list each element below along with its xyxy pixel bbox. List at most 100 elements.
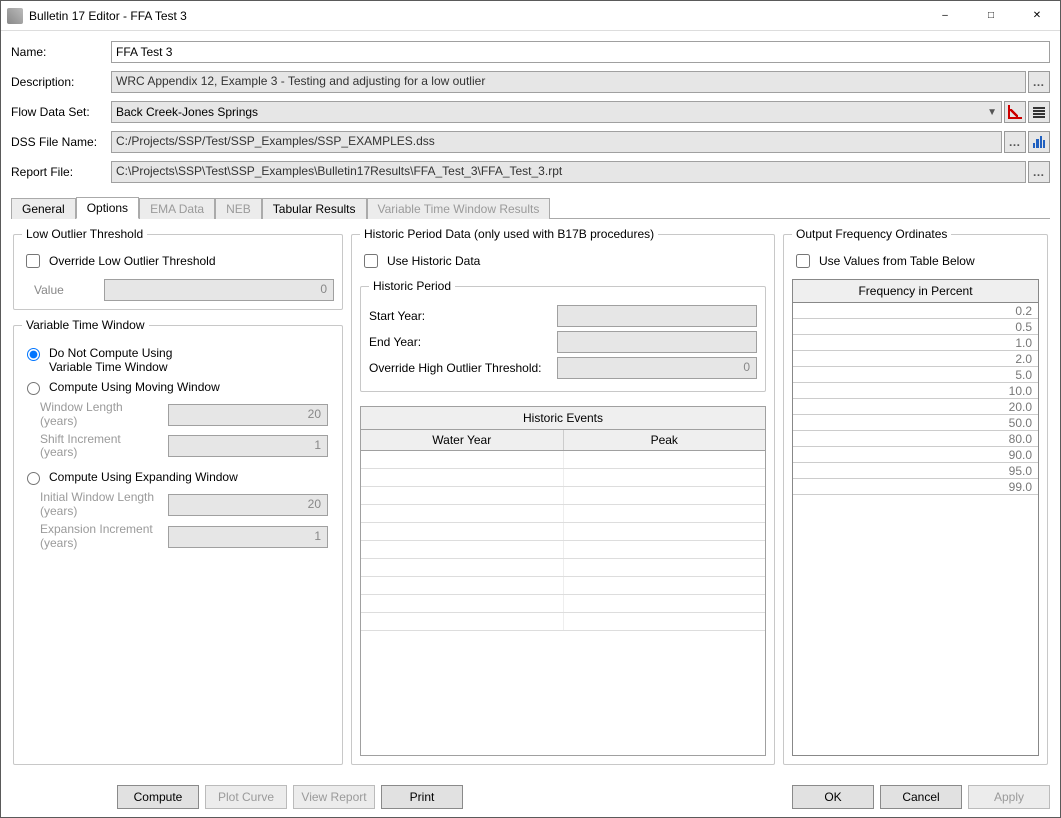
chevron-down-icon: ▼	[987, 107, 997, 118]
frequency-row: 90.0	[793, 447, 1038, 463]
description-more-button[interactable]: …	[1028, 71, 1050, 93]
table-row	[361, 469, 765, 487]
cancel-button[interactable]: Cancel	[880, 785, 962, 809]
histogram-icon	[1031, 134, 1047, 150]
footer: Compute Plot Curve View Report Print OK …	[1, 781, 1060, 817]
start-year-label: Start Year:	[369, 309, 557, 323]
table-row	[361, 613, 765, 631]
frequency-row: 1.0	[793, 335, 1038, 351]
flowdataset-select[interactable]: Back Creek-Jones Springs ▼	[111, 101, 1002, 123]
low-outlier-group: Low Outlier Threshold Override Low Outli…	[13, 227, 343, 310]
maximize-button[interactable]: □	[968, 1, 1014, 31]
description-label: Description:	[11, 75, 111, 89]
frequency-row: 99.0	[793, 479, 1038, 495]
frequency-row: 2.0	[793, 351, 1038, 367]
initial-window-length-label: Initial Window Length (years)	[40, 491, 160, 519]
view-report-button: View Report	[293, 785, 375, 809]
table-row	[361, 559, 765, 577]
vtw-moving-radio[interactable]	[27, 382, 40, 395]
start-year-input	[557, 305, 757, 327]
print-button[interactable]: Print	[381, 785, 463, 809]
tab-vtw-results: Variable Time Window Results	[367, 198, 551, 219]
frequency-row: 80.0	[793, 431, 1038, 447]
name-label: Name:	[11, 45, 111, 59]
expansion-increment-input: 1	[168, 526, 328, 548]
histogram-icon-button[interactable]	[1028, 131, 1050, 153]
name-input[interactable]	[111, 41, 1050, 63]
override-low-outlier-label: Override Low Outlier Threshold	[49, 254, 216, 268]
table-row	[361, 451, 765, 469]
dssfile-label: DSS File Name:	[11, 135, 111, 149]
historic-period-group: Historic Period Start Year: End Year: Ov…	[360, 279, 766, 392]
vtw-legend: Variable Time Window	[22, 318, 149, 332]
historic-events-title: Historic Events	[361, 407, 765, 430]
tab-tabular-results[interactable]: Tabular Results	[262, 198, 367, 219]
table-icon	[1031, 104, 1047, 120]
window-title: Bulletin 17 Editor - FFA Test 3	[29, 9, 922, 23]
ok-button[interactable]: OK	[792, 785, 874, 809]
shift-increment-input: 1	[168, 435, 328, 457]
titlebar: Bulletin 17 Editor - FFA Test 3 – □ ✕	[1, 1, 1060, 31]
table-row	[361, 505, 765, 523]
tab-options[interactable]: Options	[76, 197, 139, 219]
use-freq-values-checkbox[interactable]	[796, 254, 810, 268]
dssfile-browse-button[interactable]: …	[1004, 131, 1026, 153]
description-input[interactable]: WRC Appendix 12, Example 3 - Testing and…	[111, 71, 1026, 93]
frequency-row: 0.2	[793, 303, 1038, 319]
override-high-outlier-input: 0	[557, 357, 757, 379]
vtw-expanding-radio[interactable]	[27, 472, 40, 485]
table-row	[361, 577, 765, 595]
col-peak: Peak	[564, 430, 766, 450]
table-row	[361, 487, 765, 505]
frequency-row: 0.5	[793, 319, 1038, 335]
override-low-outlier-checkbox[interactable]	[26, 254, 40, 268]
use-historic-checkbox[interactable]	[364, 254, 378, 268]
vtw-none-radio[interactable]	[27, 348, 40, 361]
apply-button: Apply	[968, 785, 1050, 809]
use-freq-values-label: Use Values from Table Below	[819, 254, 975, 268]
table-row	[361, 595, 765, 613]
low-outlier-legend: Low Outlier Threshold	[22, 227, 147, 241]
frequency-group: Output Frequency Ordinates Use Values fr…	[783, 227, 1048, 765]
tab-neb: NEB	[215, 198, 262, 219]
app-icon	[7, 8, 23, 24]
plot-icon-button[interactable]	[1004, 101, 1026, 123]
override-high-outlier-label: Override High Outlier Threshold:	[369, 361, 557, 375]
use-historic-label: Use Historic Data	[387, 254, 480, 268]
reportfile-browse-button[interactable]: …	[1028, 161, 1050, 183]
low-outlier-value-label: Value	[34, 283, 94, 297]
expansion-increment-label: Expansion Increment (years)	[40, 523, 160, 551]
reportfile-label: Report File:	[11, 165, 111, 179]
table-row	[361, 523, 765, 541]
col-water-year: Water Year	[361, 430, 564, 450]
vtw-none-label: Do Not Compute Using Variable Time Windo…	[49, 346, 334, 374]
tab-general[interactable]: General	[11, 198, 76, 219]
plot-icon	[1007, 104, 1023, 120]
low-outlier-value-input: 0	[104, 279, 334, 301]
historic-legend: Historic Period Data (only used with B17…	[360, 227, 658, 241]
vtw-group: Variable Time Window Do Not Compute Usin…	[13, 318, 343, 765]
end-year-label: End Year:	[369, 335, 557, 349]
reportfile-input[interactable]: C:\Projects\SSP\Test\SSP_Examples\Bullet…	[111, 161, 1026, 183]
table-row	[361, 541, 765, 559]
table-icon-button[interactable]	[1028, 101, 1050, 123]
flowdataset-value: Back Creek-Jones Springs	[116, 105, 258, 119]
vtw-expanding-label: Compute Using Expanding Window	[49, 470, 334, 484]
minimize-button[interactable]: –	[922, 1, 968, 31]
editor-window: Bulletin 17 Editor - FFA Test 3 – □ ✕ Na…	[0, 0, 1061, 818]
plot-curve-button: Plot Curve	[205, 785, 287, 809]
frequency-table: Frequency in Percent 0.20.51.02.05.010.0…	[792, 279, 1039, 756]
frequency-table-body: 0.20.51.02.05.010.020.050.080.090.095.09…	[793, 303, 1038, 755]
close-button[interactable]: ✕	[1014, 1, 1060, 31]
historic-events-grid: Historic Events Water Year Peak	[360, 406, 766, 756]
end-year-input	[557, 331, 757, 353]
flowdataset-label: Flow Data Set:	[11, 105, 111, 119]
vtw-moving-label: Compute Using Moving Window	[49, 380, 334, 394]
frequency-row: 10.0	[793, 383, 1038, 399]
window-length-input: 20	[168, 404, 328, 426]
frequency-row: 5.0	[793, 367, 1038, 383]
compute-button[interactable]: Compute	[117, 785, 199, 809]
tab-strip: General Options EMA Data NEB Tabular Res…	[11, 195, 1050, 219]
dssfile-input[interactable]: C:/Projects/SSP/Test/SSP_Examples/SSP_EX…	[111, 131, 1002, 153]
window-length-label: Window Length (years)	[40, 401, 160, 429]
